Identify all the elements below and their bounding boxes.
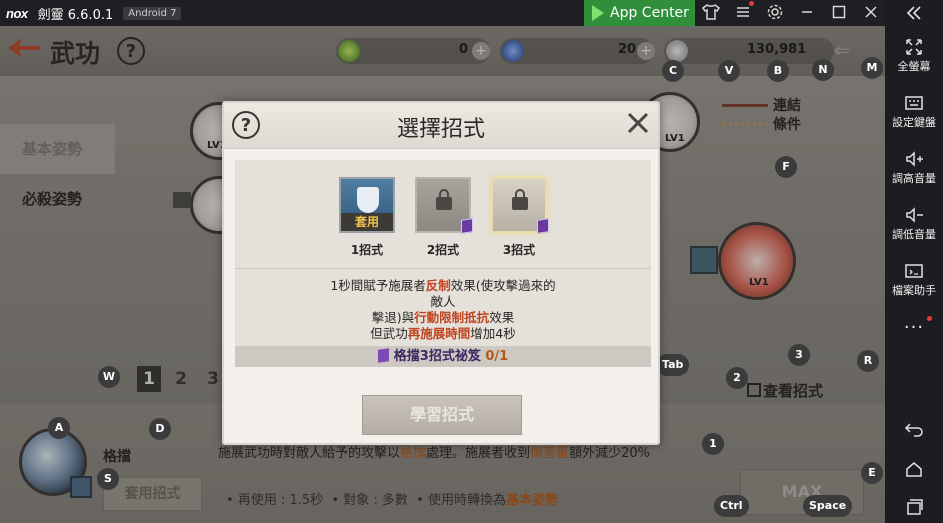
sidebar-label: 檔案助手 bbox=[892, 284, 936, 297]
sidebar-item-fullscreen[interactable]: 全螢幕 bbox=[885, 38, 943, 74]
volume-down-icon bbox=[906, 207, 923, 223]
keyhint-n: N bbox=[812, 59, 834, 81]
keyhint-d: D bbox=[149, 418, 171, 440]
sidebar-label: 設定鍵盤 bbox=[892, 116, 936, 129]
app-center-button[interactable]: App Center bbox=[584, 0, 695, 26]
keyhint-1: 1 bbox=[702, 433, 724, 455]
effect-part: 增加4秒 bbox=[470, 326, 516, 341]
volume-up-icon bbox=[906, 151, 923, 167]
keyhint-2: 2 bbox=[726, 367, 748, 389]
home-icon bbox=[906, 462, 922, 477]
notification-dot bbox=[927, 316, 932, 321]
back-icon bbox=[904, 423, 923, 437]
keyhint-b: B bbox=[767, 60, 789, 82]
sidebar-item-volume-up[interactable]: 調高音量 bbox=[885, 150, 943, 186]
keyboard-icon bbox=[905, 96, 923, 110]
sidebar-item-volume-down[interactable]: 調低音量 bbox=[885, 206, 943, 242]
effect-highlight: 反制 bbox=[425, 278, 451, 293]
keyhint-space: Space bbox=[803, 495, 853, 517]
dialog-header: ? 選擇招式 bbox=[224, 103, 658, 149]
move-card-1[interactable]: 套用 bbox=[339, 177, 395, 233]
move-label: 2招式 bbox=[426, 243, 460, 257]
minimize-icon[interactable] bbox=[797, 3, 817, 23]
keyhint-v: V bbox=[718, 60, 740, 82]
effect-line: 擊退)與行動限制抵抗效果 bbox=[275, 310, 611, 326]
play-store-icon bbox=[592, 5, 604, 21]
effect-part: 效果 bbox=[489, 310, 515, 325]
recent-apps-button[interactable] bbox=[885, 498, 943, 516]
shield-icon bbox=[357, 187, 379, 213]
collapse-sidebar-button[interactable] bbox=[885, 4, 943, 22]
shirt-icon[interactable] bbox=[701, 3, 721, 23]
select-move-dialog: ? 選擇招式 套用 1招式 2招式 3招式 1秒間賦予施展者反制效果(使攻擊過來… bbox=[222, 101, 660, 445]
nox-logo: nox bbox=[6, 5, 28, 21]
effect-line: 但武功再施展時間增加4秒 bbox=[275, 326, 611, 342]
file-assistant-icon bbox=[905, 264, 923, 278]
required-book-bar: 格擋3招式祕笈 0/1 bbox=[235, 346, 651, 367]
emulator-title-bar: nox 劍靈 6.6.0.1 Android 7 App Center bbox=[0, 0, 885, 26]
keyhint-w: W bbox=[98, 366, 120, 388]
sidebar-label: 調低音量 bbox=[892, 228, 936, 241]
skill-book-icon bbox=[461, 218, 473, 234]
double-chevron-left-icon bbox=[906, 6, 921, 20]
emulator-sidebar: 全螢幕 設定鍵盤 調高音量 調低音量 檔案助手 ... bbox=[885, 0, 943, 523]
fullscreen-icon bbox=[906, 39, 922, 55]
keyhint-r: R bbox=[857, 350, 879, 372]
move-card-3[interactable] bbox=[491, 177, 549, 234]
effect-line: 1秒間賦予施展者反制效果(使攻擊過來的 bbox=[275, 278, 611, 294]
keyhint-f: F bbox=[775, 156, 797, 178]
keyhint-ctrl: Ctrl bbox=[714, 495, 749, 517]
move-card-2[interactable] bbox=[415, 177, 473, 234]
move-effect-text: 1秒間賦予施展者反制效果(使攻擊過來的 敵人 擊退)與行動限制抵抗效果 但武功再… bbox=[275, 278, 611, 342]
sidebar-item-keyboard[interactable]: 設定鍵盤 bbox=[885, 94, 943, 130]
keyhint-c: C bbox=[662, 60, 684, 82]
recent-apps-icon bbox=[907, 499, 923, 515]
keyhint-3: 3 bbox=[788, 344, 810, 366]
close-icon[interactable] bbox=[624, 109, 652, 143]
dialog-body: 套用 1招式 2招式 3招式 1秒間賦予施展者反制效果(使攻擊過來的 敵人 擊退… bbox=[235, 160, 651, 367]
lock-icon bbox=[436, 189, 452, 210]
move-label: 3招式 bbox=[502, 243, 536, 257]
keyhint-e: E bbox=[861, 462, 883, 484]
home-nav-button[interactable] bbox=[885, 460, 943, 478]
android-version-badge: Android 7 bbox=[123, 6, 182, 20]
more-options-button[interactable]: ... bbox=[885, 312, 943, 333]
effect-line: 敵人 bbox=[430, 294, 456, 309]
keyhint-m: M bbox=[861, 57, 883, 79]
maximize-icon[interactable] bbox=[829, 3, 849, 23]
menu-icon[interactable] bbox=[733, 3, 753, 23]
skill-book-icon bbox=[537, 218, 549, 234]
book-count: 0/1 bbox=[485, 349, 509, 364]
effect-part: 但武功 bbox=[370, 326, 408, 341]
lock-icon bbox=[512, 189, 528, 210]
book-label: 格擋3招式祕笈 bbox=[393, 349, 481, 364]
move-label: 1招式 bbox=[350, 243, 384, 257]
keyhint-tab: Tab bbox=[656, 354, 690, 376]
divider bbox=[235, 268, 651, 269]
effect-part: 效果(使攻擊過來的 bbox=[450, 278, 556, 293]
sidebar-label: 調高音量 bbox=[892, 172, 936, 185]
sidebar-item-file-assistant[interactable]: 檔案助手 bbox=[885, 262, 943, 298]
app-center-label: App Center bbox=[610, 5, 689, 21]
dialog-title: 選擇招式 bbox=[396, 117, 485, 142]
effect-part: 1秒間賦予施展者 bbox=[330, 278, 426, 293]
more-icon: ... bbox=[903, 312, 925, 333]
keyhint-s: S bbox=[97, 468, 119, 490]
gear-icon[interactable] bbox=[765, 3, 785, 23]
effect-part: 擊退)與 bbox=[371, 310, 415, 325]
close-icon[interactable] bbox=[861, 3, 881, 23]
app-title: 劍靈 6.6.0.1 bbox=[37, 7, 114, 23]
keyhint-a: A bbox=[48, 417, 70, 439]
notification-dot bbox=[749, 1, 754, 6]
skill-book-icon bbox=[377, 348, 389, 363]
effect-highlight: 行動限制抵抗 bbox=[414, 310, 490, 325]
applied-tag: 套用 bbox=[341, 213, 393, 231]
learn-move-button[interactable]: 學習招式 bbox=[362, 395, 522, 435]
sidebar-label: 全螢幕 bbox=[897, 60, 931, 73]
back-nav-button[interactable] bbox=[885, 420, 943, 438]
effect-highlight: 再施展時間 bbox=[407, 326, 471, 341]
